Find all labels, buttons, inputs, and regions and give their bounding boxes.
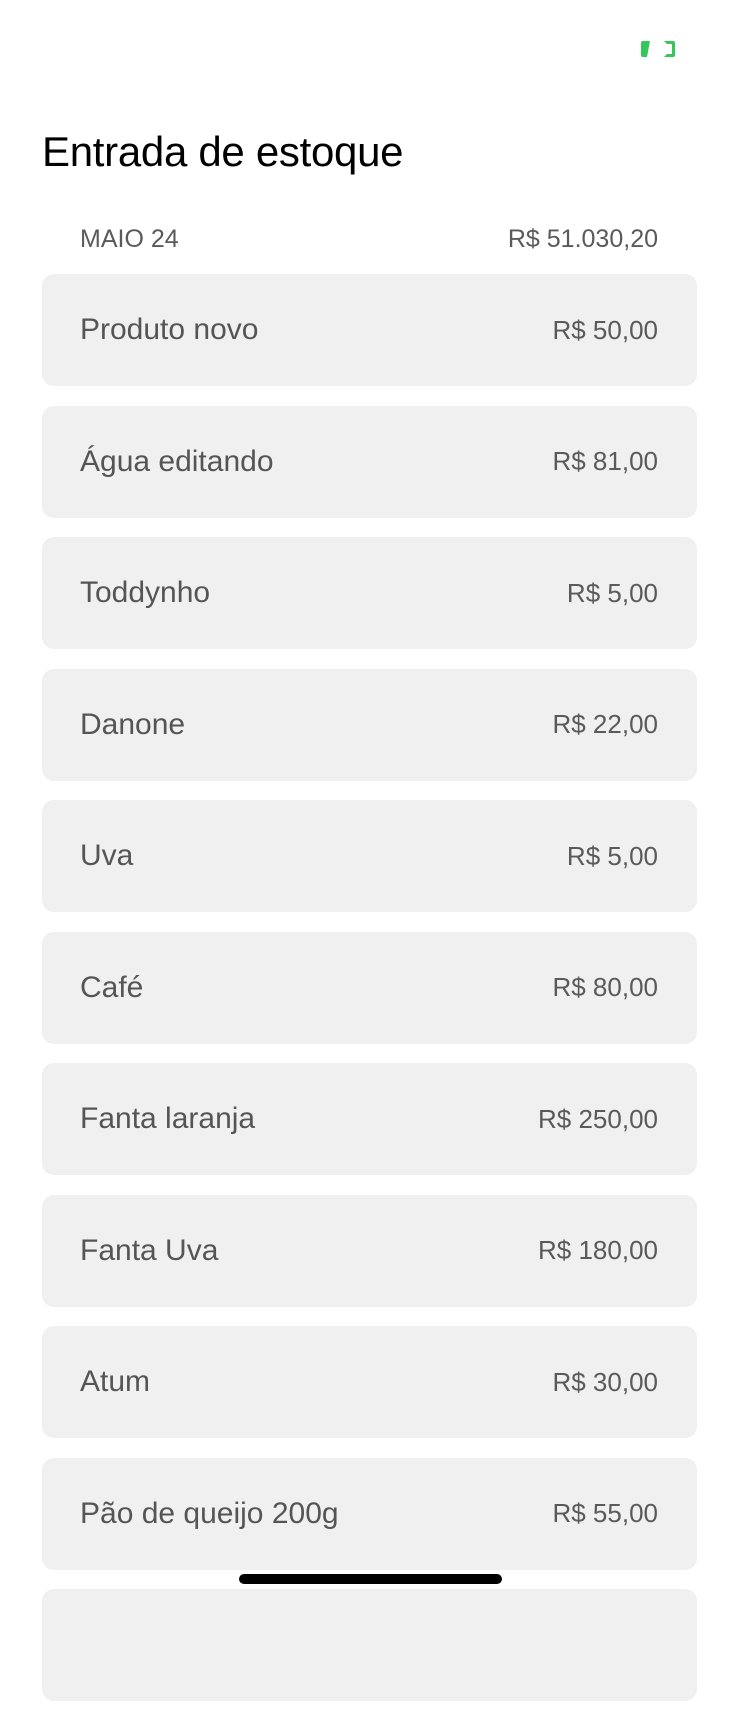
item-price: R$ 30,00: [552, 1366, 658, 1397]
item-price: R$ 5,00: [566, 577, 658, 608]
item-price: R$ 250,00: [538, 1103, 658, 1134]
section-date-label: MAIO 24: [80, 224, 179, 253]
page-title: Entrada de estoque: [42, 128, 404, 175]
item-price: R$ 80,00: [552, 972, 658, 1002]
item-name: Uva: [80, 839, 134, 872]
item-price: R$ 50,00: [552, 314, 658, 345]
item-price: R$ 5,00: [566, 840, 658, 871]
list-item[interactable]: Produto novo R$ 50,00: [42, 274, 697, 386]
item-name: Fanta laranja: [80, 1102, 256, 1135]
item-price: R$ 22,00: [552, 709, 658, 739]
list-item[interactable]: Fanta Uva R$ 180,00: [42, 1194, 697, 1307]
list-item[interactable]: Pão de queijo 200g R$ 55,00: [42, 1457, 697, 1570]
item-price: R$ 81,00: [552, 446, 658, 476]
list-item[interactable]: Fanta laranja R$ 250,00: [42, 1063, 697, 1175]
item-name: Café: [80, 970, 144, 1004]
item-name: Danone: [80, 707, 186, 741]
item-price: R$ 55,00: [552, 1498, 658, 1528]
list-item[interactable]: Toddynho R$ 5,00: [42, 537, 697, 649]
list-item[interactable]: Atum R$ 30,00: [42, 1326, 697, 1438]
item-name: Toddynho: [80, 576, 211, 609]
barcode-scan-icon[interactable]: [640, 40, 676, 58]
stock-entry-list: Produto novo R$ 50,00 Água editando R$ 8…: [42, 274, 697, 1721]
item-name: Pão de queijo 200g: [80, 1496, 339, 1530]
list-item[interactable]: Café R$ 80,00: [42, 931, 697, 1044]
home-indicator: [239, 1574, 502, 1584]
top-bar: [0, 0, 739, 100]
section-total: R$ 51.030,20: [507, 224, 658, 253]
item-name: Água editando: [80, 444, 274, 478]
list-item[interactable]: Água editando R$ 81,00: [42, 405, 697, 518]
list-item[interactable]: Danone R$ 22,00: [42, 668, 697, 781]
item-name: Atum: [80, 1365, 151, 1398]
list-item[interactable]: Uva R$ 5,00: [42, 800, 697, 912]
list-item[interactable]: [42, 1589, 697, 1701]
item-name: Fanta Uva: [80, 1233, 219, 1267]
item-price: R$ 180,00: [538, 1235, 658, 1265]
item-name: Produto novo: [80, 313, 259, 346]
section-header: MAIO 24 R$ 51.030,20: [80, 221, 658, 257]
